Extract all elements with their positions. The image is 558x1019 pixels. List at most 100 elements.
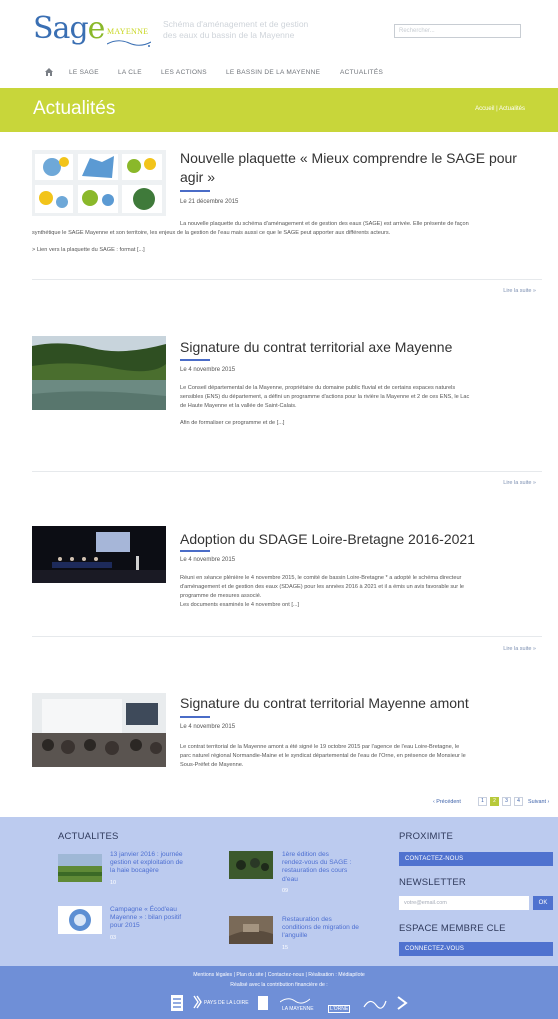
article-excerpt-line: programme de mesures associé. [180, 593, 262, 599]
article-title[interactable]: Adoption du SDAGE Loire-Bretagne 2016-20… [180, 530, 475, 549]
footer-news-line: Mayenne » : bilan positif [110, 914, 182, 922]
footer-news-count: 03 [110, 935, 117, 941]
read-more-link[interactable]: Lire la suite » [503, 288, 536, 294]
logo-wordmark: Sage [33, 11, 106, 46]
partner-logo-icon[interactable] [170, 993, 184, 1013]
article-excerpt-line: de Haute Mayenne et la vallée de Saint-C… [180, 403, 297, 409]
footer-news-line: 13 janvier 2016 : journée [110, 851, 183, 858]
tagline-line: Schéma d'aménagement et de gestion [163, 19, 309, 29]
news-article: Adoption du SDAGE Loire-Bretagne 2016-20… [0, 520, 558, 660]
footer-news-count: 10 [110, 880, 117, 886]
article-title[interactable]: Signature du contrat territorial axe May… [180, 338, 452, 357]
pagination-page-active[interactable]: 2 [490, 797, 499, 806]
logo-letter: e [87, 11, 106, 46]
footer-news-count: 15 [282, 945, 289, 951]
footer-newsletter-heading: NEWSLETTER [399, 877, 466, 888]
partner-logo-orne[interactable]: L'ORNE [328, 993, 354, 1013]
article-date: Le 21 décembre 2015 [180, 199, 239, 205]
search-input[interactable]: Rechercher... [394, 24, 521, 38]
footer-news-link[interactable]: Restauration des conditions de migration… [282, 916, 359, 941]
site-header: Sage MAYENNE Schéma d'aménagement et de … [0, 0, 558, 58]
partner-name: LA MAYENNE [282, 1006, 314, 1012]
footer-news-thumbnail[interactable] [229, 916, 273, 944]
article-title[interactable]: Nouvelle plaquette « Mieux comprendre le… [180, 149, 517, 187]
partner-wave-icon [280, 998, 310, 1004]
partner-logo-la-mayenne[interactable]: LA MAYENNE [280, 993, 316, 1013]
footer-news-link[interactable]: Campagne « Écod'eau Mayenne » : bilan po… [110, 906, 181, 931]
footer-news-line: pour 2015 [110, 922, 140, 930]
news-article: Signature du contrat territorial axe May… [0, 330, 558, 490]
article-link-line[interactable]: > Lien vers la plaquette du SAGE : forma… [32, 246, 145, 255]
article-excerpt-line: d'aménagement et de gestion des eaux (SD… [180, 584, 465, 590]
partner-name: L'ORNE [328, 1005, 351, 1013]
footer-news-link[interactable]: 1ère édition des rendez-vous du SAGE : r… [282, 851, 351, 884]
news-article: Signature du contrat territorial Mayenne… [0, 690, 558, 790]
footer-news-link[interactable]: 13 janvier 2016 : journée gestion et exp… [110, 851, 183, 876]
nav-item-le-bassin[interactable]: LE BASSIN DE LA MAYENNE [226, 69, 320, 76]
home-icon[interactable] [44, 67, 54, 77]
pagination-page[interactable]: 3 [502, 797, 511, 806]
article-excerpt-line: sensibles (ENS) du département, a défini… [180, 394, 470, 400]
partner-logos: PAYS DE LA LOIRE LA MAYENNE L'ORNE [170, 993, 410, 1013]
article-thumbnail[interactable] [32, 150, 166, 216]
article-thumbnail[interactable] [32, 526, 166, 583]
title-underline [180, 550, 210, 552]
contact-button[interactable]: CONTACTEZ-NOUS [399, 852, 553, 866]
partner-logo-pays-de-la-loire[interactable]: PAYS DE LA LOIRE [192, 993, 249, 1013]
pagination-prev[interactable]: ‹ Précédent [433, 799, 461, 805]
footer-news-thumbnail[interactable] [229, 851, 273, 879]
footer-news-line: l'anguille [282, 932, 308, 940]
footer-news-line: restauration des cours [282, 867, 348, 875]
news-article: Nouvelle plaquette « Mieux comprendre le… [0, 146, 558, 296]
footer-links[interactable]: Mentions légales | Plan du site | Contac… [0, 972, 558, 978]
footer-bottom-bar: Mentions légales | Plan du site | Contac… [0, 966, 558, 1019]
divider [32, 471, 542, 472]
page-title-banner: Actualités Accueil | Actualités [0, 88, 558, 132]
article-title-line: agir » [180, 169, 216, 185]
site-tagline: Schéma d'aménagement et de gestion des e… [163, 19, 353, 41]
newsletter-email-input[interactable]: votre@email.com [399, 896, 529, 910]
main-nav: LE SAGE LA CLE LES ACTIONS LE BASSIN DE … [0, 58, 558, 88]
nav-item-actualites[interactable]: ACTUALITÉS [340, 69, 383, 76]
read-more-link[interactable]: Lire la suite » [503, 480, 536, 486]
partner-logo-icon[interactable] [362, 993, 388, 1013]
article-excerpt-line: parc naturel régional Normandie-Maine et… [180, 753, 466, 759]
read-more-link[interactable]: Lire la suite » [503, 646, 536, 652]
article-excerpt-line: synthétique le SAGE Mayenne et son terri… [32, 230, 391, 236]
article-title[interactable]: Signature du contrat territorial Mayenne… [180, 694, 469, 713]
divider [32, 279, 542, 280]
partner-logo-icon[interactable] [256, 993, 270, 1013]
article-thumbnail[interactable] [32, 693, 166, 767]
footer-news-thumbnail[interactable] [58, 906, 102, 934]
footer-news-line: 1ère édition des [282, 851, 329, 858]
article-date: Le 4 novembre 2015 [180, 557, 236, 563]
footer-news-line: la haie bocagère [110, 867, 159, 875]
footer-news-line: rendez-vous du SAGE : [282, 859, 352, 867]
footer-news-line: gestion et exploitation de [110, 859, 183, 867]
title-underline [180, 190, 210, 192]
article-excerpt-line: Afin de formaliser ce programme et de [.… [180, 420, 285, 426]
newsletter-ok-button[interactable]: OK [533, 896, 553, 910]
pagination-page[interactable]: 4 [514, 797, 523, 806]
footer-news-line: Restauration des [282, 916, 332, 923]
nav-item-la-cle[interactable]: LA CLE [118, 69, 142, 76]
connect-button[interactable]: CONNECTEZ-VOUS [399, 942, 553, 956]
sage-logo[interactable]: Sage MAYENNE [33, 14, 153, 52]
article-excerpt-line: Réuni en séance plénière le 4 novembre 2… [180, 575, 462, 581]
article-date: Le 4 novembre 2015 [180, 724, 236, 730]
nav-item-les-actions[interactable]: LES ACTIONS [161, 69, 207, 76]
partner-name: PAYS DE LA LOIRE [204, 1000, 249, 1006]
logo-subtitle: MAYENNE [107, 27, 149, 36]
article-excerpt-line: Sous-Préfet de Mayenne. [180, 762, 244, 768]
logo-wave-icon [107, 40, 151, 47]
article-thumbnail[interactable] [32, 336, 166, 410]
pagination-next[interactable]: Suivant › [528, 799, 549, 805]
pagination-page[interactable]: 1 [478, 797, 487, 806]
nav-item-le-sage[interactable]: LE SAGE [69, 69, 99, 76]
article-excerpt-line: Le contrat territorial de la Mayenne amo… [180, 744, 460, 750]
article-excerpt-line: Le Conseil départemental de la Mayenne, … [180, 385, 456, 391]
footer-news-thumbnail[interactable] [58, 854, 102, 882]
partner-logo-icon[interactable] [396, 993, 410, 1013]
title-underline [180, 359, 210, 361]
breadcrumb[interactable]: Accueil | Actualités [475, 106, 525, 112]
